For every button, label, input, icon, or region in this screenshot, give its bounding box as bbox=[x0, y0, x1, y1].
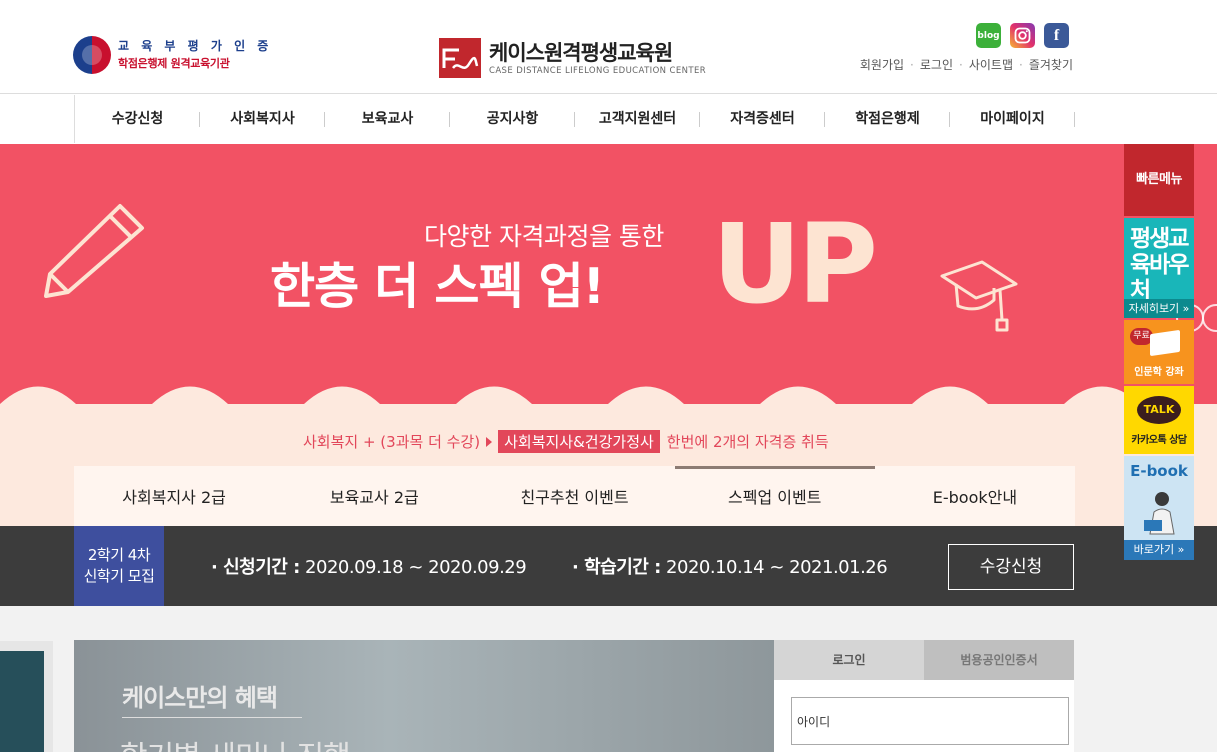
nav-customer-center[interactable]: 고객지원센터 bbox=[575, 95, 700, 143]
top-links: 회원가입 · 로그인 · 사이트맵 · 즐겨찾기 bbox=[860, 56, 1073, 73]
promo-suffix: 한번에 2개의 자격증 취득 bbox=[666, 433, 829, 451]
nav-social-worker[interactable]: 사회복지사 bbox=[200, 95, 325, 143]
facebook-icon[interactable]: f bbox=[1044, 23, 1069, 48]
kakao-label: 카카오톡 상담 bbox=[1131, 435, 1187, 446]
case-logo-icon bbox=[439, 38, 481, 78]
quick-menu: 빠른메뉴 평생교육바우처 자세히보기 » 무료 인문학 강좌 TALK 카카오톡… bbox=[1124, 144, 1194, 560]
promo-highlight: 사회복지사&건강가정사 bbox=[498, 430, 660, 453]
nav-course-apply[interactable]: 수강신청 bbox=[75, 95, 200, 143]
tab-friend-referral[interactable]: 친구추천 이벤트 bbox=[474, 466, 674, 526]
book-icon bbox=[1150, 329, 1180, 357]
brand-name: 케이스원격평생교육원 bbox=[489, 41, 673, 65]
voucher-title: 평생교육바우처 bbox=[1130, 226, 1189, 304]
main-banner[interactable]: 다양한 자격과정을 통한 한층 더 스펙 업! UP 사회복지 + (3과목 더… bbox=[0, 144, 1217, 526]
quick-kakaotalk[interactable]: TALK 카카오톡 상담 bbox=[1124, 386, 1194, 454]
nav-notice[interactable]: 공지사항 bbox=[450, 95, 575, 143]
pencil-icon bbox=[44, 204, 144, 298]
moe-cert-title: 교 육 부 평 가 인 증 bbox=[118, 39, 273, 53]
site-logo[interactable]: 케이스원격평생교육원 CASE DISTANCE LIFELONG EDUCAT… bbox=[439, 38, 706, 78]
moe-certification[interactable]: 교 육 부 평 가 인 증 학점은행제 원격교육기관 bbox=[73, 36, 272, 74]
nav-mypage[interactable]: 마이페이지 bbox=[950, 95, 1075, 143]
apply-period: · 신청기간 : 2020.09.18 ~ 2020.09.29 bbox=[211, 553, 527, 579]
benefit-banner[interactable]: 케이스만의 혜택 학기별 세미나 진행 bbox=[74, 640, 774, 752]
quick-ebook[interactable]: E-book 바로가기 » bbox=[1124, 456, 1194, 560]
brand-subtitle: CASE DISTANCE LIFELONG EDUCATION CENTER bbox=[489, 66, 707, 76]
enrollment-strip: 2학기 4차 신학기 모집 · 신청기간 : 2020.09.18 ~ 2020… bbox=[0, 526, 1217, 606]
tab-ebook[interactable]: E-book안내 bbox=[875, 466, 1075, 526]
study-period-label: · 학습기간 : bbox=[572, 557, 661, 578]
recruit-label: 신학기 모집 bbox=[83, 567, 155, 585]
signup-link[interactable]: 회원가입 bbox=[860, 56, 904, 73]
graduation-cap-icon bbox=[940, 260, 1018, 332]
benefit-title: 케이스만의 혜택 bbox=[122, 684, 278, 712]
instagram-icon[interactable] bbox=[1010, 23, 1035, 48]
blog-icon[interactable]: blog bbox=[976, 23, 1001, 48]
banner-tabs: 사회복지사 2급 보육교사 2급 친구추천 이벤트 스펙업 이벤트 E-book… bbox=[74, 466, 1075, 526]
banner-wave bbox=[0, 386, 1217, 439]
quick-voucher[interactable]: 평생교육바우처 자세히보기 » bbox=[1124, 218, 1194, 318]
banner-red-area bbox=[0, 144, 1217, 404]
header: 교 육 부 평 가 인 증 학점은행제 원격교육기관 케이스원격평생교육원 CA… bbox=[0, 0, 1217, 94]
lower-section: 케이스만의 혜택 학기별 세미나 진행 로그인 범용공인인증서 아이디 bbox=[0, 606, 1217, 752]
login-box: 로그인 범용공인인증서 아이디 bbox=[774, 640, 1074, 752]
banner-up-text: UP bbox=[712, 200, 878, 328]
taegeuk-emblem-icon bbox=[73, 36, 111, 74]
tab-childcare-teacher[interactable]: 보육교사 2급 bbox=[274, 466, 474, 526]
tab-login[interactable]: 로그인 bbox=[774, 640, 924, 680]
apply-button[interactable]: 수강신청 bbox=[948, 544, 1074, 590]
side-thumbnail[interactable] bbox=[0, 641, 53, 752]
tab-certificate-login[interactable]: 범용공인인증서 bbox=[924, 640, 1074, 680]
apply-period-dates: 2020.09.18 ~ 2020.09.29 bbox=[305, 557, 527, 578]
study-period: · 학습기간 : 2020.10.14 ~ 2021.01.26 bbox=[572, 553, 888, 579]
main-navigation: 수강신청 사회복지사 보육교사 공지사항 고객지원센터 자격증센터 학점은행제 … bbox=[74, 95, 1075, 143]
tab-spec-up-event[interactable]: 스펙업 이벤트 bbox=[674, 466, 875, 526]
quick-humanities[interactable]: 무료 인문학 강좌 bbox=[1124, 320, 1194, 384]
nav-credit-bank[interactable]: 학점은행제 bbox=[825, 95, 950, 143]
banner-title: 한층 더 스펙 업! bbox=[270, 258, 605, 315]
arrow-right-icon bbox=[486, 436, 493, 447]
ebook-title: E-book bbox=[1130, 462, 1188, 480]
benefit-subtitle: 학기별 세미나 진행 bbox=[120, 732, 351, 752]
login-link[interactable]: 로그인 bbox=[920, 56, 953, 73]
promo-prefix: 사회복지 + (3과목 더 수강) bbox=[303, 433, 481, 451]
page: 교 육 부 평 가 인 증 학점은행제 원격교육기관 케이스원격평생교육원 CA… bbox=[0, 0, 1217, 752]
moe-cert-subtitle: 학점은행제 원격교육기관 bbox=[118, 57, 230, 70]
tab-social-worker[interactable]: 사회복지사 2급 bbox=[74, 466, 274, 526]
quick-menu-title: 빠른메뉴 bbox=[1124, 144, 1194, 216]
link-separator: · bbox=[1019, 57, 1023, 72]
reader-figure-icon bbox=[1144, 492, 1175, 535]
sitemap-link[interactable]: 사이트맵 bbox=[969, 56, 1013, 73]
nav-certificate-center[interactable]: 자격증센터 bbox=[700, 95, 825, 143]
study-period-dates: 2020.10.14 ~ 2021.01.26 bbox=[666, 557, 888, 578]
bookmark-link[interactable]: 즐겨찾기 bbox=[1029, 56, 1073, 73]
user-id-input[interactable]: 아이디 bbox=[791, 697, 1069, 745]
voucher-more-button[interactable]: 자세히보기 » bbox=[1124, 299, 1194, 318]
apply-period-label: · 신청기간 : bbox=[211, 557, 300, 578]
nav-childcare-teacher[interactable]: 보육교사 bbox=[325, 95, 450, 143]
banner-promo: 사회복지 + (3과목 더 수강) 사회복지사&건강가정사 한번에 2개의 자격… bbox=[303, 430, 829, 453]
kakao-talk-icon: TALK bbox=[1137, 396, 1181, 424]
recruit-term: 2학기 4차 bbox=[87, 546, 151, 564]
humanities-label: 인문학 강좌 bbox=[1134, 367, 1184, 378]
ebook-go-button[interactable]: 바로가기 » bbox=[1124, 540, 1194, 560]
recruit-badge: 2학기 4차 신학기 모집 bbox=[74, 526, 164, 606]
benefit-divider bbox=[122, 717, 302, 718]
link-separator: · bbox=[959, 57, 963, 72]
link-separator: · bbox=[910, 57, 914, 72]
social-links: blog f bbox=[976, 23, 1069, 48]
